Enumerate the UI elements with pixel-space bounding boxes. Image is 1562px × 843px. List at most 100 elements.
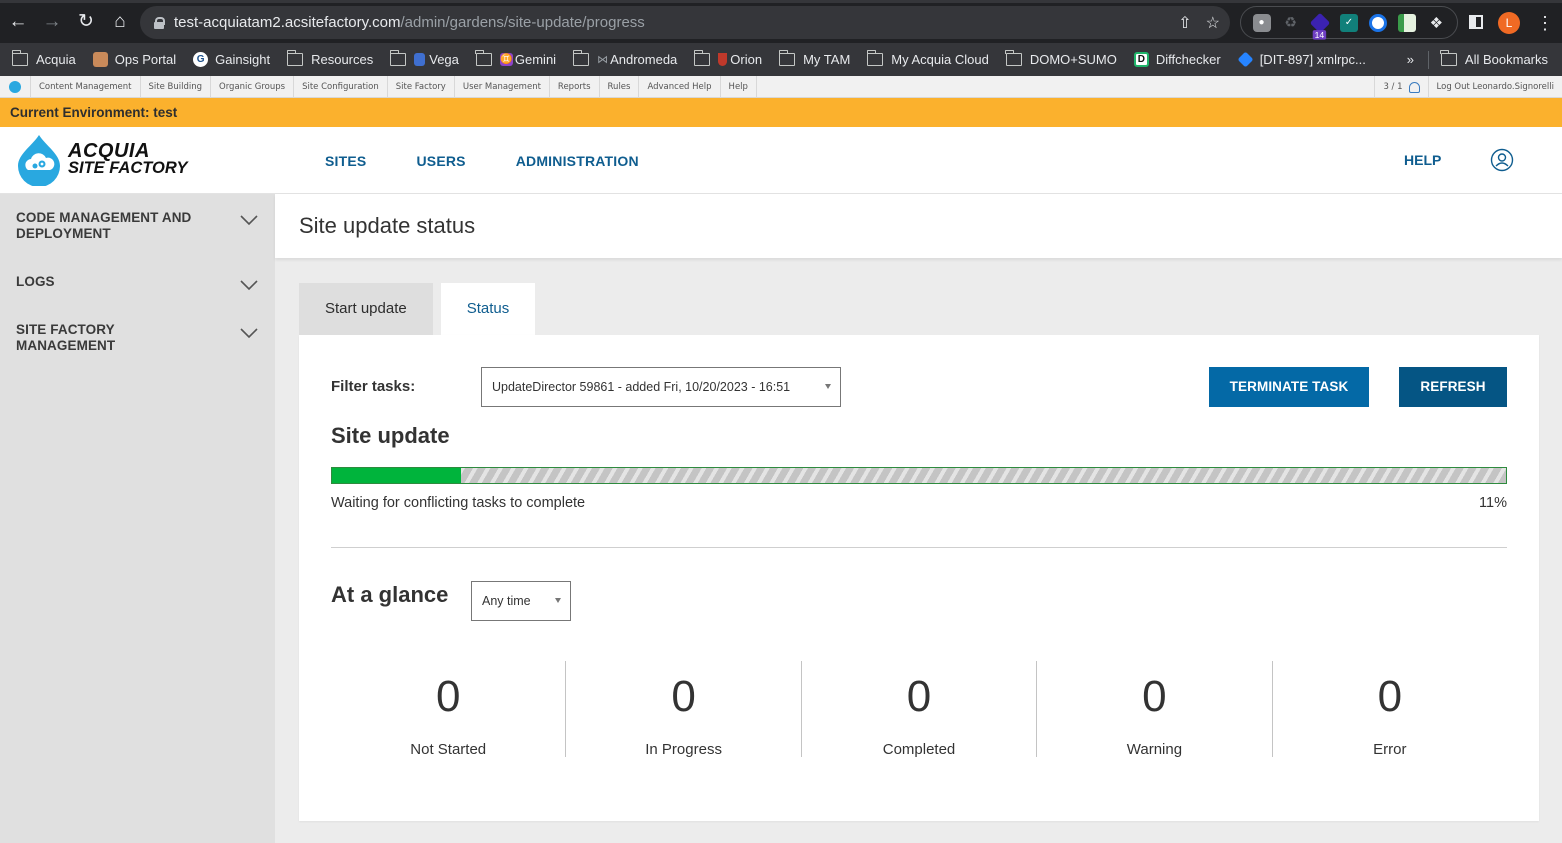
admin-item-site-building[interactable]: Site Building: [141, 75, 212, 98]
site-update-progress-bar: [331, 467, 1507, 484]
folder-icon: [693, 50, 711, 66]
profile-avatar[interactable]: L: [1498, 12, 1520, 34]
nav-users[interactable]: USERS: [416, 153, 465, 169]
bookmark-domo-sumo[interactable]: DOMO+SUMO: [1005, 50, 1117, 67]
stat-label: In Progress: [645, 741, 722, 758]
progress-fill: [332, 468, 462, 483]
folder-icon: [11, 50, 28, 66]
side-panel-icon[interactable]: [1469, 15, 1483, 29]
logo-line2: SITE FACTORY: [68, 159, 188, 177]
back-arrow-icon[interactable]: ←: [2, 6, 34, 38]
filter-tasks-label: Filter tasks:: [331, 378, 416, 395]
admin-item-advanced-help[interactable]: Advanced Help: [639, 75, 721, 98]
admin-item-help[interactable]: Help: [721, 75, 757, 98]
nav-help[interactable]: HELP: [1404, 127, 1441, 194]
puzzle-extensions-icon[interactable]: ❖: [1427, 14, 1445, 32]
stat-in-progress: 0 In Progress: [565, 661, 800, 758]
dropdown-caret-icon: [555, 598, 561, 603]
user-account-icon[interactable]: [1490, 148, 1514, 172]
acquia-site-factory-logo[interactable]: ACQUIA SITE FACTORY: [16, 134, 188, 186]
browser-menu-icon[interactable]: ⋮: [1536, 12, 1554, 34]
sidebar-item-site-factory-management[interactable]: SITE FACTORY MANAGEMENT: [0, 307, 275, 354]
online-users-count[interactable]: 3 / 1: [1374, 76, 1427, 98]
folder-icon: [866, 50, 884, 66]
bookmark-andromeda[interactable]: ⋈ Andromeda: [572, 50, 677, 67]
cloud-drop-logo-icon: [18, 135, 60, 186]
bookmark-dit-897[interactable]: [DIT-897] xmlrpc...: [1237, 51, 1366, 68]
main-nav: SITES USERS ADMINISTRATION: [325, 127, 639, 194]
logout-link[interactable]: Log Out Leonardo.Signorelli: [1427, 76, 1562, 98]
admin-item-organic-groups[interactable]: Organic Groups: [211, 75, 295, 98]
bookmark-my-acquia-cloud[interactable]: My Acquia Cloud: [866, 50, 989, 67]
admin-item-site-configuration[interactable]: Site Configuration: [294, 75, 388, 98]
sidebar-item-logs[interactable]: LOGS: [0, 259, 275, 307]
browser-toolbar: ← → ↻ ⌂ test-acquiatam2.acsitefactory.co…: [0, 0, 1562, 43]
chevron-down-icon: [240, 280, 258, 291]
chevron-down-icon: [240, 328, 258, 339]
stat-label: Not Started: [410, 741, 487, 758]
shield-icon: [718, 53, 728, 66]
filter-tasks-select[interactable]: UpdateDirector 59861 - added Fri, 10/20/…: [481, 367, 841, 407]
admin-item-user-management[interactable]: User Management: [455, 75, 550, 98]
stat-value: 0: [906, 672, 932, 721]
main-content: Site update status Start update Status F…: [275, 194, 1562, 843]
checklist-extension-icon[interactable]: ✓: [1339, 13, 1358, 32]
refresh-button[interactable]: REFRESH: [1399, 367, 1507, 407]
sidebar-item-code-management[interactable]: CODE MANAGEMENT AND DEPLOYMENT: [0, 194, 275, 259]
logo-line1: ACQUIA: [68, 140, 150, 162]
gainsight-favicon-icon: G: [193, 52, 209, 67]
bookmark-star-icon[interactable]: ☆: [1206, 13, 1220, 33]
sheets-extension-icon[interactable]: [1398, 13, 1417, 32]
bookmarks-overflow-icon[interactable]: »: [1407, 52, 1414, 67]
folder-icon: [778, 50, 796, 66]
sidebar-item-label: LOGS: [16, 274, 55, 289]
address-bar[interactable]: test-acquiatam2.acsitefactory.com/admin/…: [140, 6, 1230, 39]
recycle-extension-icon[interactable]: ♻: [1282, 14, 1300, 32]
home-icon[interactable]: ⌂: [104, 6, 136, 38]
stat-value: 0: [1142, 672, 1167, 721]
bookmark-vega[interactable]: Vega: [389, 50, 459, 67]
bookmarks-separator: [1427, 50, 1429, 69]
stat-label: Error: [1373, 741, 1407, 758]
camera-extension-icon[interactable]: ●: [1252, 13, 1271, 32]
time-filter-select[interactable]: Any time: [471, 581, 571, 621]
bookmark-diffchecker[interactable]: D Diffchecker: [1133, 52, 1221, 67]
dna-icon: ⋈: [597, 54, 609, 66]
admin-item-rules[interactable]: Rules: [600, 75, 640, 98]
stat-warning: 0 Warning: [1036, 661, 1271, 758]
bookmark-gainsight[interactable]: G Gainsight: [193, 52, 270, 67]
bookmark-orion[interactable]: Orion: [693, 50, 762, 67]
folder-icon: [475, 50, 492, 66]
nav-administration[interactable]: ADMINISTRATION: [516, 153, 639, 169]
bookmark-my-tam[interactable]: My TAM: [778, 50, 850, 67]
admin-item-site-factory[interactable]: Site Factory: [388, 75, 455, 98]
bookmark-acquia[interactable]: Acquia: [11, 50, 76, 67]
page-title: Site update status: [299, 213, 476, 238]
nav-sites[interactable]: SITES: [325, 153, 366, 169]
layers-extension-icon[interactable]: 14: [1309, 12, 1331, 40]
share-icon[interactable]: ⇧: [1178, 13, 1191, 33]
stat-value: 0: [671, 672, 696, 721]
stat-completed: 0 Completed: [800, 661, 1036, 758]
bookmark-all-bookmarks[interactable]: All Bookmarks: [1440, 50, 1548, 67]
bookmarks-bar: Acquia Ops Portal G Gainsight Resources V…: [0, 43, 1562, 76]
theater-masks-icon: [414, 53, 426, 66]
filter-tasks-value: UpdateDirector 59861 - added Fri, 10/20/…: [492, 380, 791, 394]
password-manager-extension-icon[interactable]: [1369, 13, 1388, 32]
progress-percent: 11%: [1479, 495, 1507, 511]
site-header: ACQUIA SITE FACTORY SITES USERS ADMINIST…: [0, 127, 1562, 194]
users-icon: [1408, 81, 1420, 93]
admin-item-content-management[interactable]: Content Management: [31, 75, 141, 98]
terminate-task-button[interactable]: TERMINATE TASK: [1209, 367, 1369, 407]
tab-status[interactable]: Status: [440, 283, 536, 335]
bookmark-gemini[interactable]: ♊ Gemini: [475, 50, 556, 67]
admin-item-reports[interactable]: Reports: [550, 75, 600, 98]
forward-arrow-icon[interactable]: →: [36, 6, 68, 38]
page-header: Site update status: [275, 194, 1562, 258]
bookmark-ops-portal[interactable]: Ops Portal: [92, 52, 176, 67]
diffchecker-favicon-icon: D: [1133, 52, 1149, 67]
reload-icon[interactable]: ↻: [70, 6, 102, 38]
bookmark-resources[interactable]: Resources: [286, 50, 373, 67]
admin-home-link[interactable]: [0, 75, 31, 98]
tab-start-update[interactable]: Start update: [299, 283, 433, 335]
